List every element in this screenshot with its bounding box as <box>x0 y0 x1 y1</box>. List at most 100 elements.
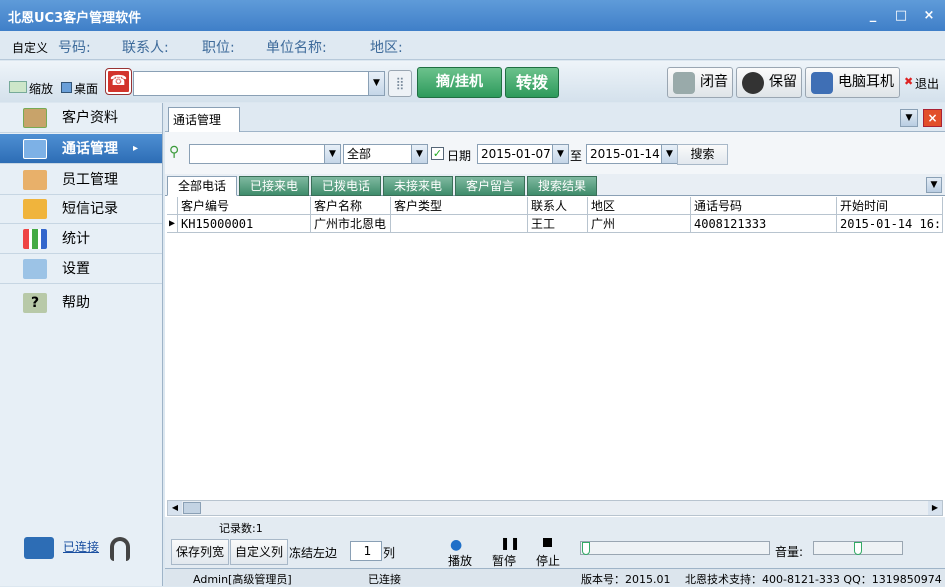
chevron-down-icon[interactable]: ▼ <box>926 177 942 193</box>
hold-button[interactable]: 保留 <box>736 67 802 98</box>
customer-card-icon <box>23 108 47 128</box>
sidebar-item-staff[interactable]: 员工管理 <box>0 165 162 195</box>
volume-label: 音量: <box>775 545 804 559</box>
chevron-down-icon[interactable]: ▼ <box>411 145 427 163</box>
maximize-button[interactable]: □ <box>892 8 910 24</box>
minimize-button[interactable]: _ <box>864 8 882 24</box>
sidebar-item-label: 通话管理 <box>62 141 118 157</box>
table-cell[interactable]: 广州 <box>588 215 691 233</box>
volume-slider[interactable] <box>813 541 903 555</box>
slider-thumb[interactable] <box>854 542 862 555</box>
calls-table: 客户编号 客户名称 客户类型 联系人 地区 通话号码 开始时间 ▶ KH1500… <box>167 197 943 502</box>
playback-progress-slider[interactable] <box>580 541 770 555</box>
sidebar-item-label: 设置 <box>62 261 90 277</box>
search-button[interactable]: 搜索 <box>677 144 728 165</box>
table-cell[interactable]: 2015-01-14 16:2 <box>837 215 943 233</box>
call-filter-tabs: 全部电话 已接来电 已拨电话 未接来电 客户留言 搜索结果 ▼ <box>165 174 945 196</box>
hold-label: 保留 <box>769 74 797 90</box>
keyword-combo[interactable]: ▼ <box>189 144 341 164</box>
scroll-thumb[interactable] <box>183 502 201 514</box>
tab-received-calls[interactable]: 已接来电 <box>239 176 309 196</box>
sidebar-item-help[interactable]: ? 帮助 <box>0 288 162 318</box>
scroll-right-icon[interactable]: ▶ <box>928 501 942 515</box>
chevron-down-icon[interactable]: ▼ <box>661 145 677 163</box>
stop-label[interactable]: 停止 <box>536 552 560 569</box>
col-header-contact[interactable]: 联系人 <box>528 197 588 215</box>
call-management-icon <box>23 139 47 159</box>
pc-headset-label: 电脑耳机 <box>838 74 894 90</box>
col-header-customer-type[interactable]: 客户类型 <box>391 197 528 215</box>
table-cell[interactable]: 广州市北恩电 <box>311 215 391 233</box>
col-header-customer-id[interactable]: 客户编号 <box>178 197 311 215</box>
close-button[interactable]: × <box>920 8 938 24</box>
computer-icon <box>24 537 54 559</box>
dial-number-combo[interactable]: ▼ <box>133 71 385 96</box>
record-count: 记录数:1 <box>219 522 263 535</box>
freeze-count-stepper[interactable]: 1 <box>350 541 382 561</box>
col-header-start-time[interactable]: 开始时间 <box>837 197 943 215</box>
chevron-down-icon[interactable]: ▼ <box>368 72 384 95</box>
mute-button[interactable]: 闭音 <box>667 67 733 98</box>
table-cell[interactable]: 4008121333 <box>691 215 837 233</box>
current-user: Admin[高级管理员] <box>193 573 292 586</box>
scroll-left-icon[interactable]: ◀ <box>168 501 182 515</box>
exit-icon[interactable]: ✖ <box>904 75 913 88</box>
phone-icon[interactable]: ☎ <box>105 68 132 95</box>
close-tab-icon[interactable]: × <box>923 109 942 127</box>
tab-call-management[interactable]: 通话管理 <box>168 107 240 132</box>
play-icon[interactable]: ● <box>450 537 462 553</box>
envelope-icon <box>23 199 47 219</box>
sidebar-item-settings[interactable]: 设置 <box>0 254 162 284</box>
stop-icon[interactable] <box>543 538 552 547</box>
keypad-icon[interactable]: ⣿ <box>388 70 412 97</box>
tab-dialed-calls[interactable]: 已拨电话 <box>311 176 381 196</box>
table-cell[interactable]: 王工 <box>528 215 588 233</box>
date-from-picker[interactable]: 2015-01-07 ▼ <box>477 144 569 164</box>
col-header-phone[interactable]: 通话号码 <box>691 197 837 215</box>
dial-hangup-button[interactable]: 摘/挂机 <box>417 67 502 98</box>
desktop-label[interactable]: 桌面 <box>74 80 98 97</box>
row-indicator-icon[interactable]: ▶ <box>167 215 178 233</box>
computer-headset-icon <box>811 72 833 94</box>
tab-search-results[interactable]: 搜索结果 <box>527 176 597 196</box>
sidebar-item-label: 统计 <box>62 231 90 247</box>
sidebar-item-label: 短信记录 <box>62 201 118 217</box>
call-type-select[interactable]: 全部 ▼ <box>343 144 428 164</box>
sidebar-item-stats[interactable]: 统计 <box>0 224 162 254</box>
chevron-down-icon[interactable]: ▼ <box>552 145 568 163</box>
play-label[interactable]: 播放 <box>448 552 472 569</box>
date-to-picker[interactable]: 2015-01-14 ▼ <box>586 144 678 164</box>
horizontal-scrollbar[interactable]: ◀ ▶ <box>167 500 943 516</box>
title-bar: 北恩UC3客户管理软件 _ □ × <box>0 0 945 31</box>
tab-all-calls[interactable]: 全部电话 <box>167 176 237 196</box>
mute-label: 闭音 <box>700 74 728 90</box>
pc-headset-button[interactable]: 电脑耳机 <box>805 67 900 98</box>
sidebar-item-calls[interactable]: 通话管理 ▸ <box>0 134 162 164</box>
chevron-down-icon[interactable]: ▼ <box>324 145 340 163</box>
tab-missed-calls[interactable]: 未接来电 <box>383 176 453 196</box>
transfer-button[interactable]: 转拨 <box>505 67 559 98</box>
exit-label[interactable]: 退出 <box>915 75 939 92</box>
save-width-button[interactable]: 保存列宽 <box>171 539 229 565</box>
shrink-icon[interactable] <box>9 81 27 93</box>
chevron-down-icon[interactable]: ▼ <box>900 109 918 127</box>
tab-customer-messages[interactable]: 客户留言 <box>455 176 525 196</box>
shrink-label[interactable]: 缩放 <box>29 80 53 97</box>
sidebar-item-sms[interactable]: 短信记录 <box>0 194 162 224</box>
contact-label: 联系人: <box>122 40 169 56</box>
custom-columns-button[interactable]: 自定义列 <box>230 539 288 565</box>
sidebar-item-label: 帮助 <box>62 295 90 311</box>
table-cell[interactable]: KH15000001 <box>178 215 311 233</box>
date-checkbox[interactable]: ✓ <box>431 147 444 160</box>
col-header-region[interactable]: 地区 <box>588 197 691 215</box>
slider-thumb[interactable] <box>582 542 590 555</box>
date-from-value: 2015-01-07 <box>481 147 551 161</box>
desktop-icon[interactable] <box>61 82 72 93</box>
custom-label[interactable]: 自定义 <box>12 39 48 56</box>
col-header-customer-name[interactable]: 客户名称 <box>311 197 391 215</box>
table-cell[interactable] <box>391 215 528 233</box>
help-icon: ? <box>23 293 47 313</box>
pause-icon[interactable]: ❚❚ <box>500 536 520 550</box>
pause-label[interactable]: 暂停 <box>492 552 516 569</box>
sidebar-item-customers[interactable]: 客户资料 <box>0 103 162 133</box>
